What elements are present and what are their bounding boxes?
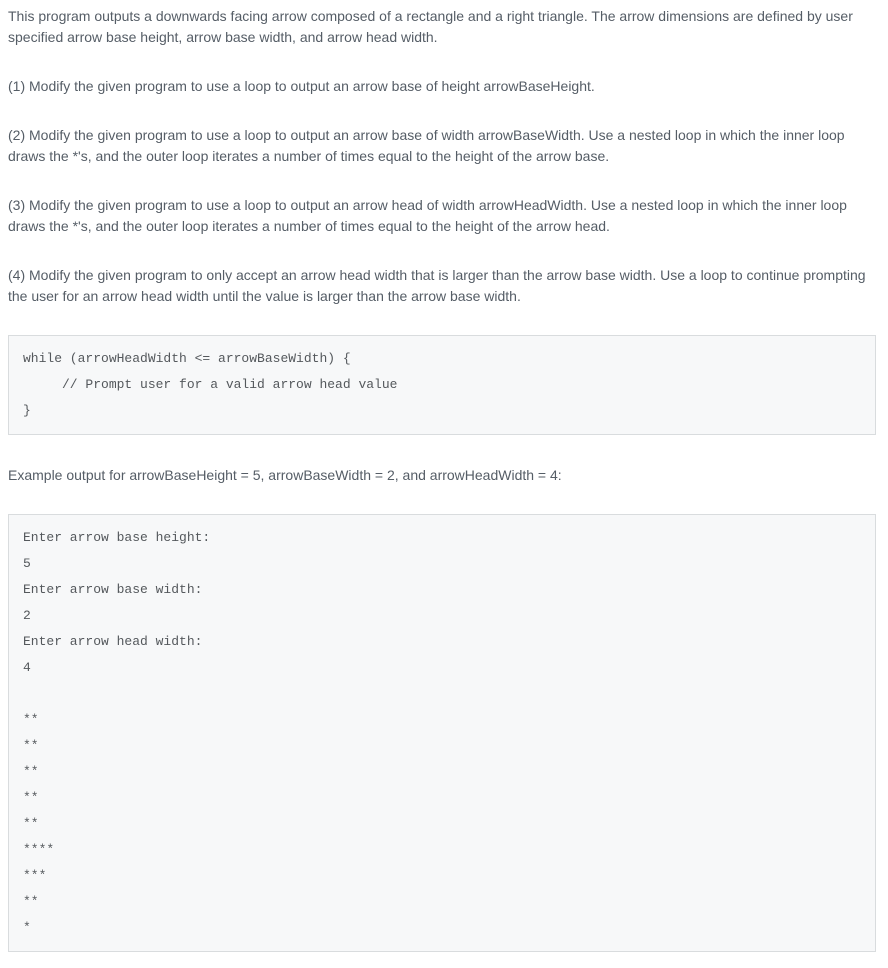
step-4: (4) Modify the given program to only acc… xyxy=(8,265,876,307)
step-2: (2) Modify the given program to use a lo… xyxy=(8,125,876,167)
example-output-label: Example output for arrowBaseHeight = 5, … xyxy=(8,465,876,486)
code-block-example-output: Enter arrow base height: 5 Enter arrow b… xyxy=(8,514,876,952)
intro-paragraph: This program outputs a downwards facing … xyxy=(8,6,876,48)
step-3: (3) Modify the given program to use a lo… xyxy=(8,195,876,237)
code-block-while-loop: while (arrowHeadWidth <= arrowBaseWidth)… xyxy=(8,335,876,435)
step-1: (1) Modify the given program to use a lo… xyxy=(8,76,876,97)
